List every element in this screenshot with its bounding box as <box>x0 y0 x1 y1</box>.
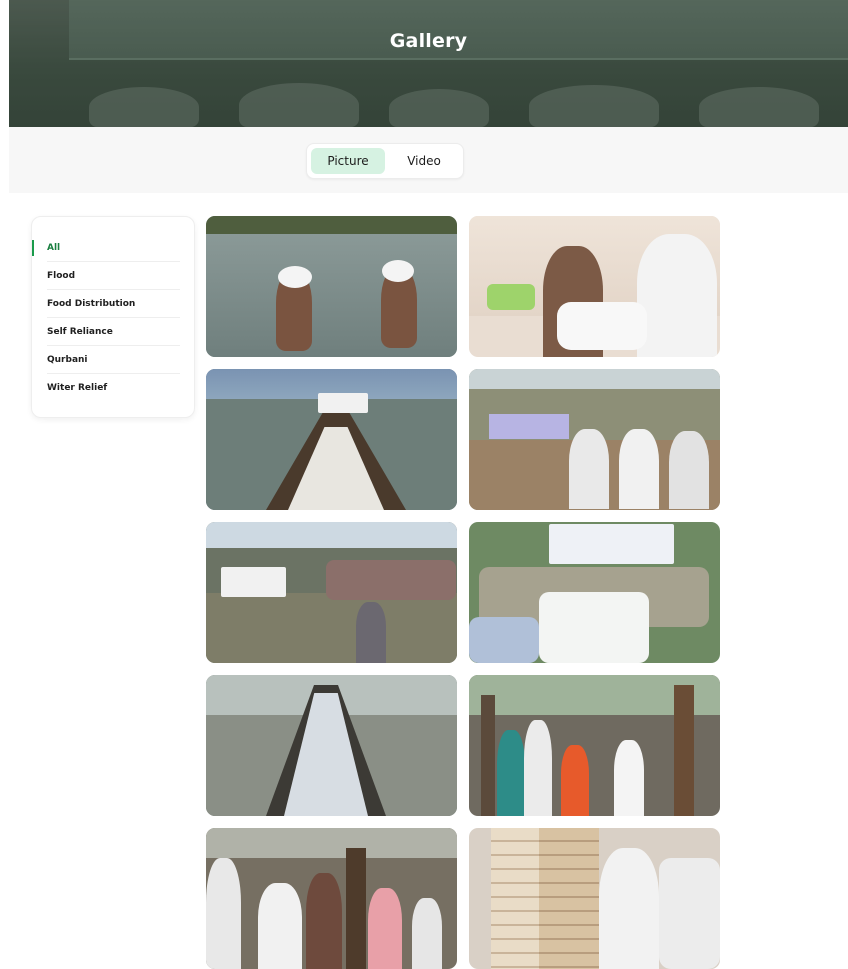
gallery-photo[interactable] <box>206 828 457 969</box>
category-item-flood[interactable]: Flood <box>32 262 194 290</box>
gallery-photo[interactable] <box>206 216 457 357</box>
category-sidebar: All Flood Food Distribution Self Relianc… <box>31 216 195 418</box>
category-item-self-reliance[interactable]: Self Reliance <box>32 318 194 346</box>
category-label: Flood <box>47 271 76 281</box>
page-title: Gallery <box>389 30 468 52</box>
gallery-photo[interactable] <box>469 522 720 663</box>
gallery-photo[interactable] <box>206 675 457 816</box>
category-label: Self Reliance <box>47 327 113 337</box>
gallery-photo[interactable] <box>206 522 457 663</box>
category-item-winter-relief[interactable]: Witer Relief <box>32 374 194 402</box>
tab-picture[interactable]: Picture <box>311 148 385 174</box>
gallery-photo[interactable] <box>206 369 457 510</box>
category-label: Witer Relief <box>47 383 108 393</box>
tab-video[interactable]: Video <box>389 148 459 174</box>
hero-banner: Gallery <box>9 0 848 127</box>
category-label: Food Distribution <box>47 299 136 309</box>
media-tab-bar: Picture Video <box>9 127 848 193</box>
media-type-toggle: Picture Video <box>306 143 464 179</box>
category-label: All <box>47 243 61 253</box>
category-item-food-distribution[interactable]: Food Distribution <box>32 290 194 318</box>
category-item-qurbani[interactable]: Qurbani <box>32 346 194 374</box>
category-item-all[interactable]: All <box>32 234 194 262</box>
gallery-photo[interactable] <box>469 216 720 357</box>
gallery-photo[interactable] <box>469 675 720 816</box>
gallery-photo[interactable] <box>469 828 720 969</box>
gallery-photo[interactable] <box>469 369 720 510</box>
active-indicator <box>32 240 34 256</box>
category-label: Qurbani <box>47 355 88 365</box>
